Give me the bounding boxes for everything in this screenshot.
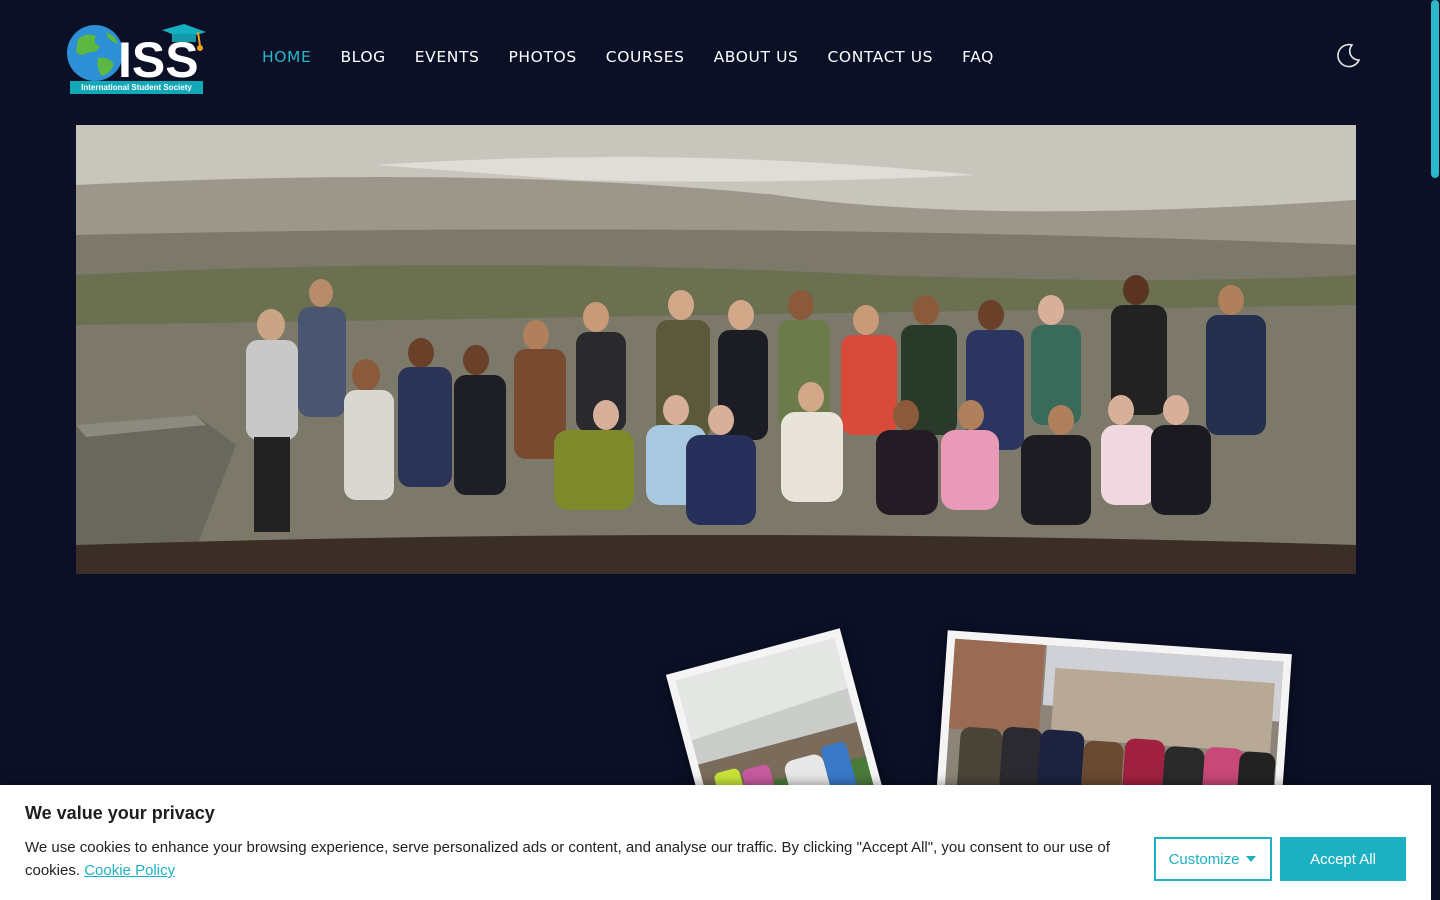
theme-toggle-button[interactable] <box>1334 42 1362 70</box>
cookie-consent-banner: We value your privacy We use cookies to … <box>0 785 1431 900</box>
nav-about-us[interactable]: ABOUT US <box>714 46 799 68</box>
svg-text:ISS: ISS <box>118 32 199 88</box>
hero-group-photo <box>76 125 1356 574</box>
cookie-title: We value your privacy <box>25 803 215 823</box>
nav-photos[interactable]: PHOTOS <box>508 46 576 68</box>
nav-blog[interactable]: BLOG <box>340 46 385 68</box>
scrollbar-thumb[interactable] <box>1431 0 1439 178</box>
nav-faq[interactable]: FAQ <box>962 46 994 68</box>
cookie-text-body: We use cookies to enhance your browsing … <box>25 839 1110 879</box>
nav-events[interactable]: EVENTS <box>415 46 480 68</box>
site-logo[interactable]: ISS International Student Society <box>66 22 206 98</box>
caret-down-icon <box>1246 856 1257 862</box>
customize-button[interactable]: Customize <box>1154 837 1272 881</box>
customize-label: Customize <box>1168 850 1240 868</box>
page-scrollbar[interactable] <box>1430 0 1440 900</box>
accept-all-label: Accept All <box>1310 850 1376 868</box>
cookie-policy-link[interactable]: Cookie Policy <box>84 862 175 879</box>
main-nav: HOME BLOG EVENTS PHOTOS COURSES ABOUT US… <box>262 46 1023 68</box>
nav-contact-us[interactable]: CONTACT US <box>827 46 933 68</box>
nav-home[interactable]: HOME <box>262 46 311 68</box>
cookie-text: We use cookies to enhance your browsing … <box>25 836 1115 882</box>
moon-icon <box>1337 43 1361 68</box>
nav-courses[interactable]: COURSES <box>606 46 685 68</box>
logo-caption: International Student Society <box>70 81 203 94</box>
accept-all-button[interactable]: Accept All <box>1280 837 1406 881</box>
